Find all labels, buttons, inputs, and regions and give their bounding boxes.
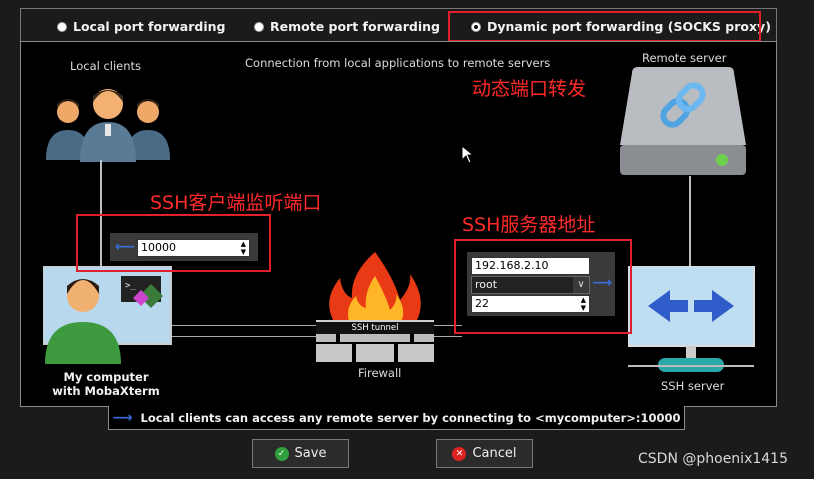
close-icon: ✕ [452, 446, 467, 461]
save-button-label: Save [294, 446, 327, 461]
annotation-highlight-ssh-server [454, 239, 632, 334]
ssh-tunnel-label: SSH tunnel [316, 322, 434, 334]
status-message: ⟶ Local clients can access any remote se… [108, 406, 685, 430]
annotation-highlight-dynamic [448, 11, 761, 42]
annotation-client-listen-port: SSH客户端监听端口 [150, 192, 322, 214]
radio-button-icon [254, 21, 264, 32]
diagram-caption: Connection from local applications to re… [245, 56, 551, 70]
server-connector-line [689, 176, 691, 268]
radio-remote-port-forwarding[interactable]: Remote port forwarding [254, 19, 440, 34]
firewall-icon [316, 252, 434, 362]
firewall-label: Firewall [358, 366, 402, 380]
save-button[interactable]: ✓ Save [252, 439, 349, 468]
remote-server-icon [620, 67, 746, 175]
svg-text:>_: >_ [125, 281, 136, 291]
cancel-button-label: Cancel [472, 446, 517, 461]
ssh-tunnel-pipe [172, 325, 317, 337]
my-computer-label-line1: My computer [63, 370, 149, 384]
users-group-icon [46, 89, 170, 162]
remote-server-label: Remote server [642, 51, 727, 65]
radio-label: Remote port forwarding [270, 19, 440, 34]
status-text: Local clients can access any remote serv… [140, 410, 681, 425]
radio-button-icon [57, 21, 67, 32]
watermark: CSDN @phoenix1415 [638, 451, 788, 467]
annotation-dynamic-forwarding: 动态端口转发 [472, 78, 587, 100]
cancel-button[interactable]: ✕ Cancel [436, 439, 533, 468]
my-computer-label-line2: with MobaXterm [52, 384, 160, 398]
ssh-server-label: SSH server [661, 379, 725, 393]
ssh-server-icon [628, 266, 755, 372]
annotation-ssh-server-address: SSH服务器地址 [462, 214, 596, 236]
arrow-right-icon: ⟶ [112, 409, 133, 426]
my-computer-icon: >_ [43, 266, 172, 364]
checkmark-icon: ✓ [274, 446, 289, 461]
mouse-cursor-icon [461, 145, 475, 164]
radio-local-port-forwarding[interactable]: Local port forwarding [57, 19, 225, 34]
local-clients-label: Local clients [70, 59, 142, 73]
annotation-highlight-local-port [76, 214, 271, 272]
radio-label: Local port forwarding [73, 19, 226, 34]
